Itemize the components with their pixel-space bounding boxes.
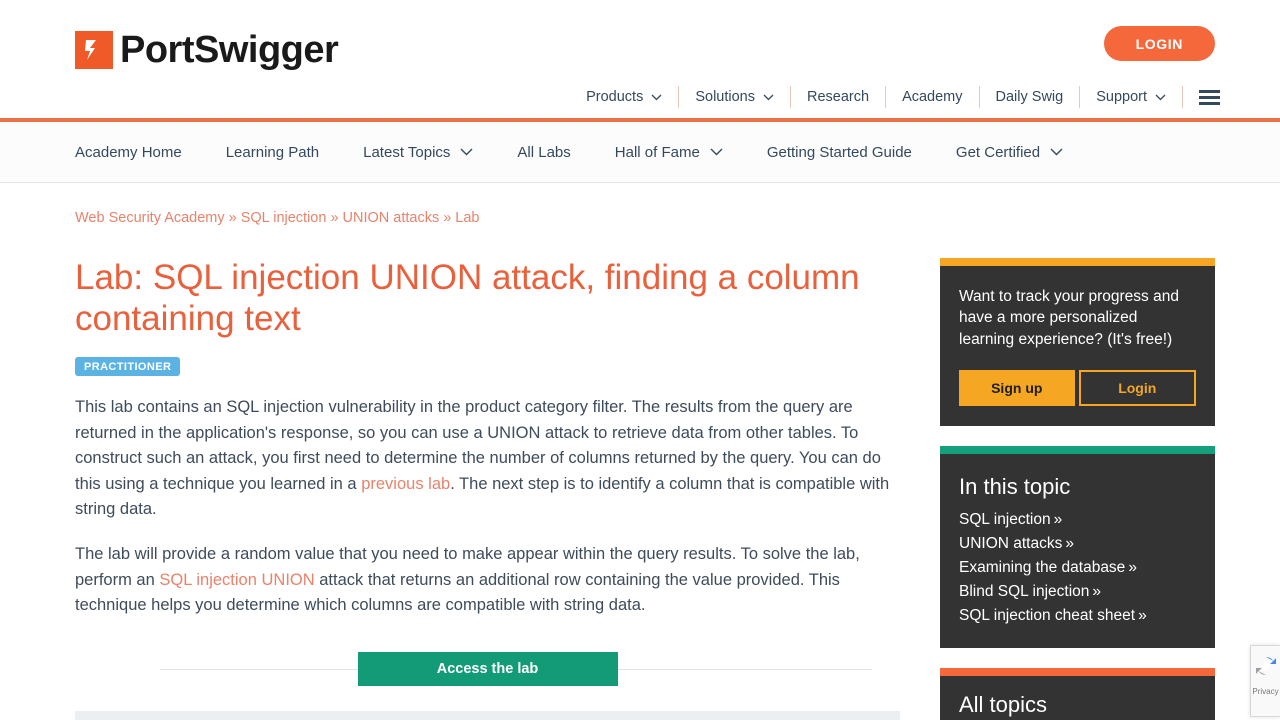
signup-widget-text: Want to track your progress and have a m… [959,288,1179,348]
acad-label: Get Certified [955,143,1041,161]
all-topics-widget: All topics [940,668,1215,720]
topic-link-label: Blind SQL injection [959,583,1090,601]
recaptcha-icon [1255,655,1277,682]
in-this-topic-title: In this topic [959,474,1071,500]
recaptcha-privacy-label: Privacy [1252,687,1279,696]
sidebar-item-academy-home[interactable]: Academy Home [75,144,182,161]
double-chevron-icon: » [1053,511,1063,529]
chevron-down-icon [710,148,723,156]
breadcrumb-item-web-security-academy[interactable]: Web Security Academy [75,210,225,226]
breadcrumb-item-sql-injection[interactable]: SQL injection [241,210,327,226]
breadcrumb-separator: » [443,210,452,226]
site-header: PortSwigger LOGIN Products Solutions Res… [0,0,1280,122]
chevron-down-icon [651,94,662,101]
breadcrumb-item-lab[interactable]: Lab [455,210,479,226]
lab-description-paragraph-2: The lab will provide a random value that… [75,542,900,619]
topic-link-blind-sql-injection[interactable]: Blind SQL injection» [959,580,1196,604]
topic-link-label: Examining the database [959,559,1126,577]
acad-label: Latest Topics [363,143,451,161]
page-content: Lab: SQL injection UNION attack, finding… [0,258,1280,720]
sql-injection-union-link[interactable]: SQL injection UNION [159,571,314,589]
sidebar-item-all-labs[interactable]: All Labs [517,144,570,161]
chevron-down-icon [1155,94,1166,101]
hamburger-icon[interactable] [1183,89,1220,105]
previous-lab-link[interactable]: previous lab [361,475,450,493]
topic-link-sql-injection-cheat-sheet[interactable]: SQL injection cheat sheet» [959,604,1196,628]
nav-label: Solutions [695,89,755,105]
topic-link-examining-the-database[interactable]: Examining the database» [959,556,1196,580]
portswigger-logo[interactable]: PortSwigger [75,29,339,71]
sign-up-button[interactable]: Sign up [959,370,1075,407]
lab-description-paragraph-1: This lab contains an SQL injection vulne… [75,395,900,523]
signup-widget: Want to track your progress and have a m… [940,258,1215,427]
portswigger-mark-icon [75,31,113,69]
nav-item-academy[interactable]: Academy [886,86,980,108]
signup-widget-body: Want to track your progress and have a m… [940,266,1215,427]
chevron-down-icon [1050,148,1063,156]
all-topics-title: All topics [959,692,1048,718]
all-topics-body: All topics [940,676,1215,720]
sidebar: Want to track your progress and have a m… [940,258,1215,720]
chevron-down-icon [763,94,774,101]
access-the-lab-button[interactable]: Access the lab [357,651,618,686]
hamburger-bar [1199,95,1220,99]
sidebar-item-hall-of-fame[interactable]: Hall of Fame [615,144,723,161]
nav-item-solutions[interactable]: Solutions [679,86,791,108]
nav-item-research[interactable]: Research [791,86,887,108]
sidebar-item-get-certified[interactable]: Get Certified [956,144,1063,161]
in-this-topic-widget: In this topic SQL injection» UNION attac… [940,446,1215,649]
nav-label: Support [1096,89,1147,105]
status-badge: PRACTITIONER [75,357,181,377]
topic-link-label: UNION attacks [959,535,1063,553]
recaptcha-badge[interactable]: Privacy [1250,645,1280,717]
main-column: Lab: SQL injection UNION attack, finding… [75,258,930,720]
solution-accordion[interactable]: Solution [75,710,900,720]
topic-link-label: SQL injection cheat sheet [959,607,1136,625]
breadcrumb-separator: » [228,210,237,226]
hamburger-bar [1199,101,1220,105]
double-chevron-icon: » [1065,535,1074,553]
double-chevron-icon: » [1138,607,1147,625]
breadcrumb-item-union-attacks[interactable]: UNION attacks [343,210,440,226]
access-lab-row: Access the lab [75,651,900,687]
nav-item-products[interactable]: Products [570,86,680,108]
in-this-topic-body: In this topic SQL injection» UNION attac… [940,454,1215,649]
login-button[interactable]: LOGIN [1103,26,1215,61]
breadcrumb: Web Security Academy» SQL injection» UNION… [0,183,1280,226]
topic-link-label: SQL injection [959,511,1051,529]
primary-nav: Products Solutions Research Academy Dail… [570,85,1220,109]
sidebar-item-getting-started-guide[interactable]: Getting Started Guide [767,144,912,161]
acad-label: Hall of Fame [614,143,700,161]
widget-accent-bar [940,258,1215,266]
chevron-down-icon [460,148,473,156]
hamburger-bar [1199,89,1220,93]
widget-accent-bar [940,668,1215,677]
widget-accent-bar [940,446,1215,455]
double-chevron-icon: » [1092,583,1102,601]
nav-item-support[interactable]: Support [1080,86,1183,108]
sidebar-login-button[interactable]: Login [1078,370,1196,407]
nav-item-daily-swig[interactable]: Daily Swig [980,86,1081,108]
nav-label: Products [586,89,644,105]
breadcrumb-separator: » [330,210,339,226]
academy-subnav: Academy Home Learning Path Latest Topics… [0,122,1280,183]
double-chevron-icon: » [1128,559,1137,577]
brand-name: PortSwigger [120,29,339,71]
topic-link-union-attacks[interactable]: UNION attacks» [959,532,1196,556]
signup-widget-buttons: Sign up Login [959,370,1196,407]
sidebar-item-latest-topics[interactable]: Latest Topics [363,144,473,161]
topic-link-sql-injection[interactable]: SQL injection» [959,508,1196,532]
page-title: Lab: SQL injection UNION attack, finding… [75,258,860,338]
sidebar-item-learning-path[interactable]: Learning Path [226,144,319,161]
